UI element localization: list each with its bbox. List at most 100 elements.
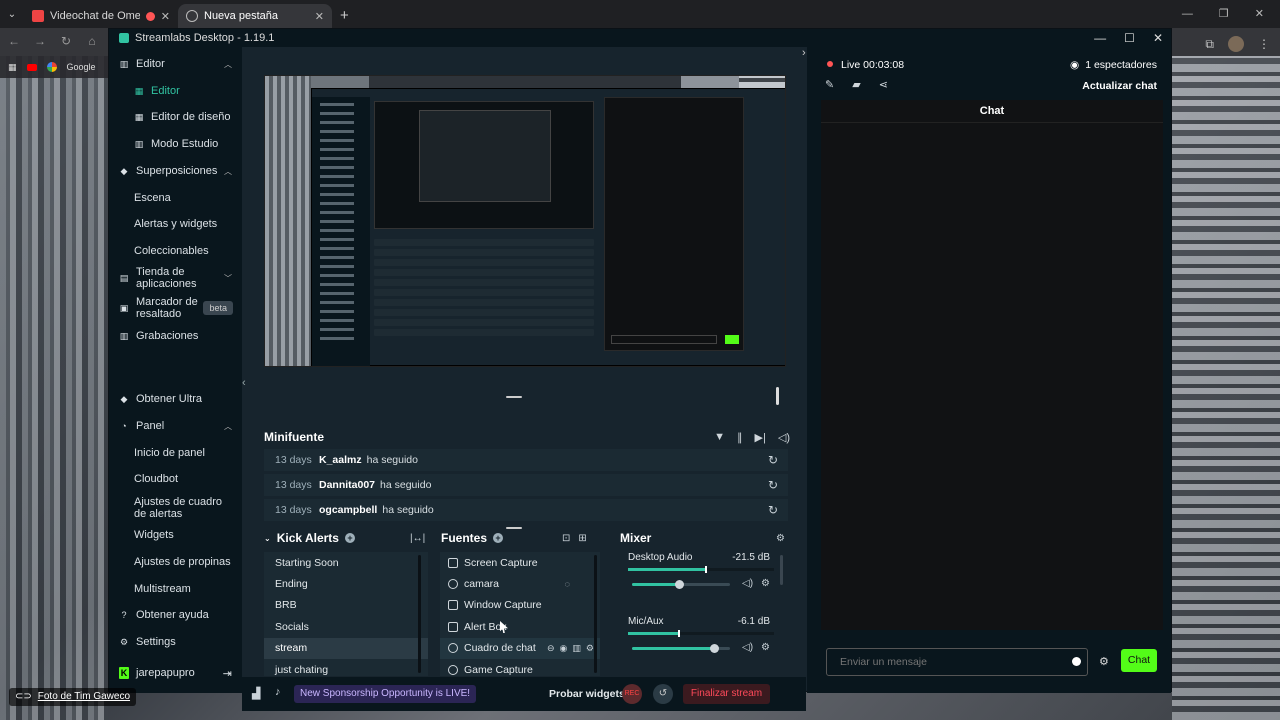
test-widgets-button[interactable]: Probar widgets (549, 688, 625, 700)
gear-icon[interactable]: ⚙ (761, 642, 770, 653)
close-icon[interactable]: ✕ (1255, 0, 1264, 28)
folder-add-icon[interactable]: ⊡ (562, 533, 570, 544)
sidebar-item-editor-sub[interactable]: ▦ Editor (109, 85, 242, 97)
sidebar-item-recordings[interactable]: ▥ Grabaciones (109, 330, 242, 342)
chat-message-input[interactable] (826, 648, 1088, 676)
chevron-up-icon[interactable]: ︿ (224, 59, 232, 70)
extensions-icon[interactable]: ⧉ (1205, 37, 1214, 52)
list-item[interactable]: stream (264, 637, 428, 659)
replay-icon[interactable]: ↻ (768, 503, 778, 517)
sidebar-item-settings[interactable]: ⚙ Settings (109, 636, 242, 648)
lock-icon[interactable]: ⊖ (547, 643, 555, 654)
camera-icon[interactable]: ▰ (852, 78, 860, 91)
stream-preview[interactable] (264, 75, 786, 367)
chevron-left-icon[interactable]: ‹ (242, 377, 246, 389)
sidebar-item-alerts-widgets[interactable]: Alertas y widgets (109, 218, 242, 230)
reload-icon[interactable]: ↻ (60, 34, 72, 48)
list-item[interactable]: Starting Soon (264, 552, 428, 573)
close-tab-icon[interactable]: ✕ (161, 10, 170, 23)
rec-button[interactable]: REC (622, 684, 642, 704)
pause-icon[interactable]: ∥ (737, 431, 743, 444)
home-icon[interactable]: ⌂ (86, 34, 98, 48)
forward-icon[interactable]: → (34, 34, 46, 48)
eye-hidden-icon[interactable]: ◌ (565, 579, 570, 589)
group-icon[interactable]: ⊞ (578, 533, 586, 544)
sidebar-item-collectibles[interactable]: Coleccionables (109, 245, 242, 257)
refresh-chat-button[interactable]: Actualizar chat (1082, 80, 1157, 92)
volume-icon[interactable]: ◁) (778, 431, 790, 444)
sidebar-item-get-help[interactable]: ? Obtener ayuda (109, 609, 242, 621)
mixer-scrollbar[interactable] (780, 555, 783, 585)
sidebar-item-studio-mode[interactable]: ▥ Modo Estudio (109, 138, 242, 150)
back-icon[interactable]: ← (8, 34, 20, 48)
avatar[interactable] (1228, 36, 1244, 52)
close-icon[interactable]: ✕ (1153, 31, 1163, 45)
browser-tab-ometv[interactable]: Videochat de OmeTV: uno ✕ (24, 4, 178, 28)
add-scene-button[interactable]: + (344, 533, 355, 543)
replay-icon[interactable]: ↻ (768, 453, 778, 467)
replay-icon[interactable]: ↻ (768, 478, 778, 492)
close-tab-icon[interactable]: ✕ (315, 10, 324, 23)
add-source-button[interactable]: + (493, 533, 504, 543)
chevron-up-icon[interactable]: ︿ (224, 166, 232, 177)
list-item[interactable]: BRB (264, 595, 428, 616)
gear-icon[interactable]: ⚙ (761, 578, 770, 589)
list-item[interactable]: Ending (264, 573, 428, 594)
resize-handle[interactable] (506, 527, 522, 529)
sidebar-item-chatbox-settings[interactable]: Ajustes de cuadro de alertas (109, 496, 242, 520)
sidebar-item-cloudbot[interactable]: Cloudbot (109, 473, 242, 485)
maximize-icon[interactable]: ❐ (1219, 0, 1229, 28)
chevron-down-icon[interactable]: ⌄ (264, 534, 271, 543)
youtube-bookmark-icon[interactable] (26, 63, 37, 71)
volume-slider[interactable] (632, 644, 730, 653)
sidebar-item-overlays[interactable]: ◆ Superposiciones ︿ (109, 165, 242, 177)
eye-icon[interactable]: ◉ (560, 643, 568, 654)
trash-icon[interactable]: ▥ (572, 643, 581, 654)
minimize-icon[interactable]: — (1094, 31, 1106, 45)
gear-icon[interactable]: ⚙ (1099, 655, 1109, 668)
sidebar-item-editor[interactable]: ▥ Editor ︿ (109, 58, 242, 70)
list-item[interactable]: Window Capture (440, 595, 600, 616)
apps-icon[interactable]: ▦ (8, 62, 17, 73)
skip-icon[interactable]: ▶| (755, 431, 766, 444)
sidebar-item-get-ultra[interactable]: ◆ Obtener Ultra (109, 393, 242, 405)
google-bookmark-label[interactable]: Google (67, 62, 96, 72)
sidebar-item-panel-home[interactable]: Inicio de panel (109, 447, 242, 459)
resize-handle[interactable] (506, 396, 522, 398)
transition-icon[interactable]: |↔| (410, 533, 425, 544)
browser-tab-new[interactable]: Nueva pestaña ✕ (178, 4, 332, 28)
list-item[interactable]: Alert Box (440, 616, 600, 637)
new-tab-button[interactable]: + (332, 4, 357, 28)
list-item[interactable]: camara ◌ (440, 573, 600, 594)
chevron-up-icon[interactable]: ︿ (224, 421, 232, 432)
list-item[interactable]: Screen Capture (440, 552, 600, 573)
end-stream-button[interactable]: Finalizar stream (683, 684, 770, 704)
sidebar-item-design-editor[interactable]: ▦ Editor de diseño (109, 111, 242, 123)
replay-buffer-button[interactable]: ↺ (653, 684, 673, 704)
volume-slider[interactable] (632, 580, 730, 589)
sponsor-banner[interactable]: New Sponsorship Opportunity is LIVE! (294, 685, 477, 703)
send-chat-button[interactable]: Chat (1121, 649, 1157, 672)
speaker-icon[interactable]: ◁) (742, 578, 753, 589)
stats-icon[interactable]: ▟ (252, 687, 260, 700)
sidebar-item-widgets[interactable]: Widgets (109, 529, 242, 541)
sidebar-item-tip-settings[interactable]: Ajustes de propinas (109, 556, 242, 568)
google-bookmark-icon[interactable] (46, 62, 57, 72)
logout-icon[interactable]: ⇥ (223, 667, 232, 680)
preview-scrollbar[interactable] (776, 387, 779, 405)
bell-icon[interactable]: ♪ (275, 686, 281, 698)
maximize-icon[interactable]: ☐ (1124, 31, 1135, 45)
source-scrollbar[interactable] (594, 555, 597, 673)
list-item[interactable]: Socials (264, 616, 428, 637)
sidebar-item-scene[interactable]: Escena (109, 192, 242, 204)
chevron-right-icon[interactable]: › (802, 47, 806, 59)
chevron-down-icon[interactable]: ﹀ (224, 273, 232, 284)
scene-scrollbar[interactable] (418, 555, 421, 673)
gear-icon[interactable]: ⚙ (776, 533, 785, 544)
speaker-icon[interactable]: ◁) (742, 642, 753, 653)
share-icon[interactable]: ⋖ (879, 78, 888, 91)
list-item[interactable]: Cuadro de chat ⊖ ◉ ▥ ⚙ (440, 637, 600, 659)
pencil-icon[interactable]: ✎ (825, 78, 834, 91)
sidebar-item-panel[interactable]: ◔ Panel ︿ (109, 420, 242, 432)
gear-icon[interactable]: ⚙ (586, 643, 594, 654)
